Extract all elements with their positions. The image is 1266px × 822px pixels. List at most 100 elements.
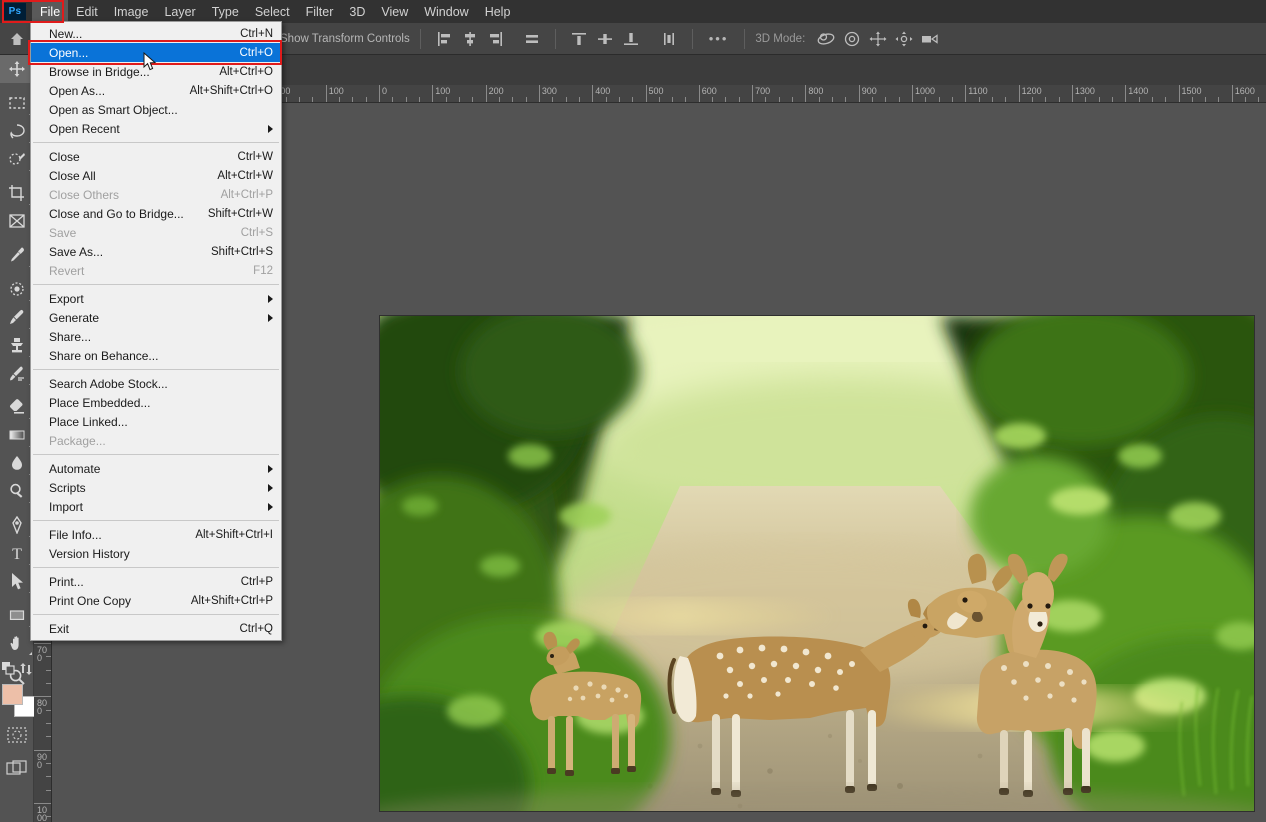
menu-select[interactable]: Select: [247, 0, 298, 23]
align-middle-icon[interactable]: [519, 27, 545, 51]
pan-3d-icon[interactable]: [865, 27, 891, 51]
ruler-label: 500: [648, 86, 664, 96]
more-options-button[interactable]: •••: [703, 31, 735, 46]
ruler-major-tick: [379, 85, 380, 102]
menu-item-save-as[interactable]: Save As... Shift+Ctrl+S: [31, 242, 281, 261]
rectangle-tool[interactable]: [0, 601, 34, 629]
screen-mode-icon[interactable]: [0, 752, 34, 786]
menu-item-close[interactable]: Close Ctrl+W: [31, 147, 281, 166]
blur-tool[interactable]: [0, 449, 34, 477]
menu-image[interactable]: Image: [106, 0, 157, 23]
menu-item-import[interactable]: Import: [31, 497, 281, 516]
menu-edit[interactable]: Edit: [68, 0, 106, 23]
frame-tool[interactable]: [0, 207, 34, 235]
menu-item-open-as-smart-object[interactable]: Open as Smart Object...: [31, 100, 281, 119]
zoom-camera-3d-icon[interactable]: [917, 27, 943, 51]
file-menu-dropdown[interactable]: New... Ctrl+N Open... Ctrl+O Browse in Bridg…: [30, 21, 282, 641]
ruler-label: 900: [37, 751, 48, 770]
crop-tool[interactable]: [0, 179, 34, 207]
menu-item-place-embedded[interactable]: Place Embedded...: [31, 393, 281, 412]
align-left-edges-icon[interactable]: [431, 27, 457, 51]
menu-item-label: Open Recent: [49, 121, 120, 136]
menu-item-exit[interactable]: Exit Ctrl+Q: [31, 619, 281, 638]
menu-item-export[interactable]: Export: [31, 289, 281, 308]
eraser-tool[interactable]: [0, 393, 34, 421]
history-brush-tool[interactable]: [0, 359, 34, 387]
menu-item-close-and-go-to-bridge[interactable]: Close and Go to Bridge... Shift+Ctrl+W: [31, 204, 281, 223]
menu-item-open[interactable]: Open... Ctrl+O: [31, 43, 281, 62]
ruler-label: 1600: [1234, 86, 1255, 96]
hand-tool[interactable]: [0, 629, 34, 657]
quick-selection-tool[interactable]: [0, 145, 34, 173]
menu-item-shortcut: Alt+Ctrl+P: [220, 188, 273, 201]
menu-item-print-one-copy[interactable]: Print One Copy Alt+Shift+Ctrl+P: [31, 591, 281, 610]
ruler-major-tick: [432, 85, 434, 102]
menu-window[interactable]: Window: [416, 0, 476, 23]
menu-filter[interactable]: Filter: [298, 0, 342, 23]
lasso-tool[interactable]: [0, 117, 34, 145]
move-tool[interactable]: [0, 55, 34, 83]
path-selection-tool[interactable]: [0, 567, 34, 595]
menu-help[interactable]: Help: [477, 0, 519, 23]
show-transform-controls-label: Show Transform Controls: [280, 32, 410, 45]
menu-item-file-info[interactable]: File Info... Alt+Shift+Ctrl+I: [31, 525, 281, 544]
rectangular-marquee-tool[interactable]: [0, 89, 34, 117]
ruler-major-tick: [592, 85, 594, 102]
menu-item-open-as[interactable]: Open As... Alt+Shift+Ctrl+O: [31, 81, 281, 100]
slide-3d-icon[interactable]: [891, 27, 917, 51]
orbit-3d-icon[interactable]: [813, 27, 839, 51]
menu-item-search-adobe-stock[interactable]: Search Adobe Stock...: [31, 374, 281, 393]
pen-tool[interactable]: [0, 511, 34, 539]
menu-file[interactable]: File: [32, 0, 69, 23]
foreground-background-colors[interactable]: [2, 684, 35, 718]
brush-tool[interactable]: [0, 303, 34, 331]
ruler-major-tick: [752, 85, 754, 102]
menu-view[interactable]: View: [373, 0, 416, 23]
home-icon[interactable]: [0, 23, 34, 55]
menu-item-browse-in-bridge[interactable]: Browse in Bridge... Alt+Ctrl+O: [31, 62, 281, 81]
menu-item-shortcut: Alt+Shift+Ctrl+O: [189, 84, 273, 97]
menu-item-share-on-behance[interactable]: Share on Behance...: [31, 346, 281, 365]
align-top-edges-icon[interactable]: [566, 27, 592, 51]
ruler-major-tick: [1071, 85, 1073, 102]
menu-type[interactable]: Type: [204, 0, 247, 23]
menu-item-close-all[interactable]: Close All Alt+Ctrl+W: [31, 166, 281, 185]
clone-stamp-tool[interactable]: [0, 331, 34, 359]
dodge-tool[interactable]: [0, 477, 34, 505]
swap-colors-icon[interactable]: [19, 662, 33, 681]
align-horizontal-centers-icon[interactable]: [457, 27, 483, 51]
menu-item-scripts[interactable]: Scripts: [31, 478, 281, 497]
horizontal-type-tool[interactable]: T: [0, 539, 34, 567]
default-colors-icon[interactable]: [1, 661, 16, 681]
menu-item-automate[interactable]: Automate: [31, 459, 281, 478]
document-canvas[interactable]: [379, 315, 1255, 812]
foreground-color-swatch[interactable]: [2, 684, 23, 705]
quick-mask-icon[interactable]: [0, 718, 34, 752]
menu-layer[interactable]: Layer: [156, 0, 203, 23]
align-right-edges-icon[interactable]: [483, 27, 509, 51]
submenu-chevron-icon: [268, 294, 273, 303]
distribute-horizontal-icon[interactable]: [656, 27, 682, 51]
align-vertical-centers-icon[interactable]: [592, 27, 618, 51]
menu-item-place-linked[interactable]: Place Linked...: [31, 412, 281, 431]
photoshop-logo[interactable]: Ps: [4, 3, 26, 20]
menu-item-close-others: Close Others Alt+Ctrl+P: [31, 185, 281, 204]
menu-item-open-recent[interactable]: Open Recent: [31, 119, 281, 138]
menu-item-share[interactable]: Share...: [31, 327, 281, 346]
ruler-label: 800: [808, 86, 824, 96]
menu-item-generate[interactable]: Generate: [31, 308, 281, 327]
roll-3d-icon[interactable]: [839, 27, 865, 51]
menu-item-new[interactable]: New... Ctrl+N: [31, 24, 281, 43]
spot-healing-brush-tool[interactable]: [0, 275, 34, 303]
menu-item-version-history[interactable]: Version History: [31, 544, 281, 563]
menu-item-label: Place Linked...: [49, 414, 128, 429]
menu-item-label: Close Others: [49, 187, 120, 202]
align-bottom-edges-icon[interactable]: [618, 27, 644, 51]
menu-3d[interactable]: 3D: [341, 0, 373, 23]
eyedropper-tool[interactable]: [0, 241, 34, 269]
menu-item-label: Import: [49, 499, 84, 514]
menu-item-shortcut: Alt+Shift+Ctrl+P: [190, 594, 273, 607]
gradient-tool[interactable]: [0, 421, 34, 449]
menu-item-label: Generate: [49, 310, 100, 325]
menu-item-print[interactable]: Print... Ctrl+P: [31, 572, 281, 591]
